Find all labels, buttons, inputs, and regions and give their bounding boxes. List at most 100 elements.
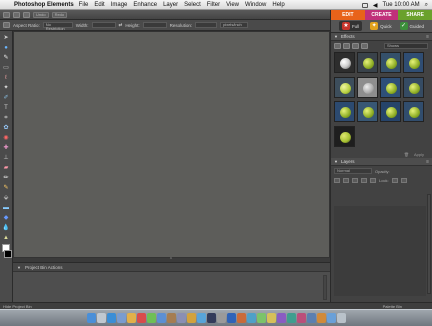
layers-list[interactable] (334, 206, 426, 296)
collapse-caret-icon[interactable]: ▼ (17, 265, 21, 270)
effect-thumbnail[interactable] (380, 76, 401, 98)
red-eye-tool-icon[interactable]: ◉ (2, 134, 11, 142)
menu-layer[interactable]: Layer (163, 2, 178, 8)
ichat-icon[interactable] (146, 313, 156, 323)
layers-panel-header[interactable]: ▼ Layers ≡ (331, 158, 432, 166)
clock[interactable]: Tue 10:00 AM (382, 2, 419, 8)
effect-thumbnail[interactable] (334, 101, 355, 122)
effect-thumbnail[interactable] (334, 76, 355, 98)
iphoto-icon[interactable] (166, 313, 176, 323)
effect-thumbnail[interactable] (403, 101, 424, 122)
app-menu[interactable]: Photoshop Elements (14, 2, 74, 8)
save-icon[interactable] (23, 11, 30, 18)
layers-scrollbar[interactable] (427, 194, 431, 294)
selection-brush-tool-icon[interactable]: ✐ (2, 94, 11, 102)
menu-select[interactable]: Select (184, 2, 201, 8)
effect-thumbnail[interactable] (403, 76, 424, 98)
menu-enhance[interactable]: Enhance (133, 2, 157, 8)
move-tool-icon[interactable]: ➤ (2, 34, 11, 42)
app-icon[interactable] (316, 313, 326, 323)
volume-icon[interactable]: ◀ (373, 2, 378, 9)
blur-tool-icon[interactable]: 💧 (2, 224, 11, 232)
adjustment-layer-icon[interactable] (352, 177, 358, 183)
aspect-ratio-select[interactable]: No Restriction (42, 22, 73, 31)
new-file-icon[interactable] (3, 11, 10, 18)
zoom-tool-icon[interactable]: ● (2, 44, 11, 52)
menu-edit[interactable]: Edit (94, 2, 104, 8)
menu-image[interactable]: Image (111, 2, 128, 8)
new-group-icon[interactable] (343, 177, 349, 183)
time-machine-icon[interactable] (206, 313, 216, 323)
downloads-stack-icon[interactable] (326, 313, 336, 323)
type-tool-icon[interactable]: T (2, 104, 11, 112)
filters-category-icon[interactable] (334, 42, 341, 49)
hide-project-bin-button[interactable]: Hide Project Bin (3, 304, 32, 309)
blend-mode-select[interactable]: Normal (334, 168, 372, 174)
gradient-tool-icon[interactable]: ▬ (2, 204, 11, 212)
project-bin-scrollbar[interactable] (323, 275, 327, 300)
delete-layer-icon[interactable] (370, 177, 376, 183)
panel-menu-icon[interactable]: ≡ (426, 34, 429, 40)
eraser-tool-icon[interactable]: ▰ (2, 164, 11, 172)
lasso-tool-icon[interactable]: ℓ (2, 74, 11, 82)
safari-icon[interactable] (106, 313, 116, 323)
effect-thumbnail[interactable] (334, 52, 355, 73)
eyedropper-tool-icon[interactable]: ✎ (2, 54, 11, 62)
new-layer-icon[interactable] (334, 177, 340, 183)
height-field[interactable] (142, 22, 167, 28)
apply-effect-button[interactable]: Apply (414, 152, 424, 157)
mail-icon[interactable] (116, 313, 126, 323)
resolution-field[interactable] (195, 22, 218, 28)
swap-icon[interactable]: ⇄ (119, 22, 123, 28)
width-field[interactable] (91, 22, 116, 28)
address-book-icon[interactable] (126, 313, 136, 323)
menu-view[interactable]: View (226, 2, 239, 8)
all-effects-icon[interactable] (361, 42, 368, 49)
system-preferences-icon[interactable] (216, 313, 226, 323)
layer-styles-category-icon[interactable] (343, 42, 350, 49)
crop-tool-icon[interactable]: ⌗ (2, 114, 11, 122)
effect-thumbnail[interactable] (380, 52, 401, 73)
app-icon[interactable] (306, 313, 316, 323)
photoshop-elements-icon[interactable] (226, 313, 236, 323)
finder-icon[interactable] (86, 313, 96, 323)
open-file-icon[interactable] (13, 11, 20, 18)
magic-wand-tool-icon[interactable]: ✦ (2, 84, 11, 92)
trash-icon[interactable]: 🗑 (404, 152, 409, 157)
itunes-icon[interactable] (156, 313, 166, 323)
app-icon[interactable] (276, 313, 286, 323)
app-icon[interactable] (286, 313, 296, 323)
layers-collapse-icon[interactable]: ▼ (334, 159, 338, 164)
effects-panel-header[interactable]: ▼ Effects ≡ (331, 33, 432, 41)
effect-thumbnail[interactable] (357, 76, 378, 98)
calendar-icon[interactable] (136, 313, 146, 323)
tab-create[interactable]: CREATE (364, 10, 399, 20)
undo-button[interactable]: Undo (33, 11, 49, 18)
battery-icon[interactable] (361, 2, 368, 8)
redo-button[interactable]: Redo (51, 11, 68, 18)
effects-filter-dropdown[interactable]: Shows (384, 42, 428, 49)
photo-effects-category-icon[interactable] (352, 42, 359, 49)
paint-bucket-tool-icon[interactable]: ⬙ (2, 194, 11, 202)
subtab-quick[interactable]: ✦ Quick (370, 22, 392, 30)
layers-menu-icon[interactable]: ≡ (426, 159, 429, 165)
app-icon[interactable] (266, 313, 276, 323)
effect-thumbnail[interactable] (357, 52, 378, 73)
effect-thumbnail[interactable] (380, 101, 401, 122)
menu-window[interactable]: Window (245, 2, 266, 8)
tab-share[interactable]: SHARE (398, 10, 432, 20)
healing-brush-tool-icon[interactable]: ✚ (2, 144, 11, 152)
lock-all-icon[interactable] (400, 177, 407, 183)
mask-icon[interactable] (361, 177, 367, 183)
lock-transparency-icon[interactable] (391, 177, 398, 183)
brush-tool-icon[interactable]: ✏ (2, 174, 11, 182)
app-icon[interactable] (236, 313, 246, 323)
subtab-guided[interactable]: ✓ Guided (399, 22, 424, 30)
sponge-tool-icon[interactable]: ▲ (2, 234, 11, 242)
shape-tool-icon[interactable]: ◆ (2, 214, 11, 222)
smart-brush-tool-icon[interactable]: ✎ (2, 184, 11, 192)
imovie-icon[interactable] (176, 313, 186, 323)
cookie-cutter-tool-icon[interactable]: ✿ (2, 124, 11, 132)
subtab-full[interactable]: ★ Full (338, 21, 363, 31)
app-icon[interactable] (256, 313, 266, 323)
